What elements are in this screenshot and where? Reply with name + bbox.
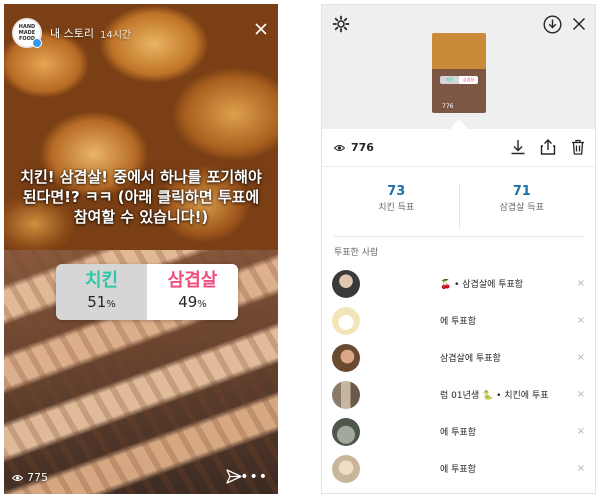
voter-row[interactable]: 에 투표함 × [322, 302, 595, 339]
vote-count: 73 [387, 184, 406, 199]
story-thumbnail-strip: 치킨 삼겹살 776 [322, 5, 595, 129]
story-timestamp: 14시간 [99, 29, 132, 41]
verified-badge-icon [32, 38, 42, 48]
voter-row[interactable]: 에 투표함 × [322, 413, 595, 450]
poll-option-percent: 51% [87, 292, 116, 311]
story-insights-panel: 치킨 삼겹살 776 776 73 치킨 득표 71 삼겹살 득표 투표한 사람… [321, 4, 596, 494]
thumbnail-view-count: 776 [442, 103, 454, 110]
poll-option-chicken[interactable]: 치킨 51% [56, 264, 147, 320]
story-view-count: 775 [27, 471, 48, 484]
vote-count: 71 [512, 184, 531, 199]
avatar[interactable] [332, 343, 360, 372]
voter-row[interactable]: 럼 01년생 🐍 • 치킨에 투표 × [322, 376, 595, 413]
stats-row: 776 [322, 129, 595, 167]
voter-list: 🍒 • 삼겹살에 투표함 × 에 투표함 × 삼겹살에 투표함 × 럼 01년생… [322, 265, 595, 487]
story-avatar[interactable]: HAND MADE FOOD [12, 18, 42, 48]
story-caption: 치킨! 삼겹살! 중에서 하나를 포기해야 된다면!? ㅋㅋ (아래 클릭하면 … [20, 168, 262, 226]
save-story-icon[interactable] [543, 15, 562, 34]
poll-result-pork[interactable]: 71 삼겹살 득표 [458, 183, 585, 228]
poll-option-label: 삼겹살 [167, 269, 218, 291]
voter-status: 에 투표함 [440, 428, 476, 438]
trash-icon[interactable] [569, 138, 587, 156]
poll-sticker: 치킨 51% 삼겹살 49% [56, 264, 238, 320]
vote-label: 치킨 득표 [378, 203, 415, 213]
story-header: HAND MADE FOOD 내 스토리 14시간 [12, 18, 131, 48]
remove-voter-button[interactable]: × [577, 278, 585, 289]
avatar[interactable] [332, 269, 360, 298]
story-username[interactable]: 내 스토리 [50, 25, 94, 41]
download-icon[interactable] [509, 138, 527, 156]
voter-status: 에 투표함 [440, 317, 476, 327]
eye-icon [12, 474, 23, 481]
eye-icon [334, 144, 345, 151]
close-icon[interactable] [254, 22, 268, 36]
voter-status: 🍒 • 삼겹살에 투표함 [440, 280, 524, 290]
voter-row[interactable]: 🍒 • 삼겹살에 투표함 × [322, 265, 595, 302]
poll-result-chicken[interactable]: 73 치킨 득표 [334, 175, 459, 236]
thumbnail-poll-right: 삼겹살 [459, 76, 478, 84]
poll-results: 73 치킨 득표 71 삼겹살 득표 [334, 175, 584, 237]
voters-section-title: 투표한 사람 [334, 248, 379, 258]
remove-voter-button[interactable]: × [577, 426, 585, 437]
more-options-icon[interactable]: ••• [240, 470, 268, 484]
close-icon[interactable] [572, 17, 586, 31]
views-summary[interactable]: 776 [334, 141, 374, 154]
remove-voter-button[interactable]: × [577, 315, 585, 326]
story-viewers-link[interactable]: 775 [12, 471, 48, 484]
thumbnail-poll: 치킨 삼겹살 [440, 76, 478, 84]
poll-option-pork[interactable]: 삼겹살 49% [147, 264, 238, 320]
poll-option-label: 치킨 [84, 269, 119, 291]
voter-status: 삼겹살에 투표함 [440, 354, 501, 364]
story-thumbnail[interactable]: 치킨 삼겹살 776 [432, 33, 486, 113]
avatar[interactable] [332, 306, 360, 335]
share-icon[interactable] [539, 138, 557, 156]
voter-row[interactable]: 삼겹살에 투표함 × [322, 339, 595, 376]
remove-voter-button[interactable]: × [577, 389, 585, 400]
voter-status: 럼 01년생 🐍 • 치킨에 투표 [440, 391, 549, 401]
vote-label: 삼겹살 득표 [499, 203, 544, 213]
remove-voter-button[interactable]: × [577, 463, 585, 474]
gear-icon[interactable] [332, 15, 350, 33]
story-viewer: HAND MADE FOOD 내 스토리 14시간 치킨! 삼겹살! 중에서 하… [4, 4, 278, 494]
voter-status: 에 투표함 [440, 465, 476, 475]
voter-row[interactable]: 에 투표함 × [322, 450, 595, 487]
story-actions [509, 138, 587, 156]
poll-option-percent: 49% [178, 292, 207, 311]
avatar[interactable] [332, 380, 360, 409]
avatar[interactable] [332, 454, 360, 483]
remove-voter-button[interactable]: × [577, 352, 585, 363]
avatar[interactable] [332, 417, 360, 446]
thumbnail-poll-left: 치킨 [440, 76, 459, 84]
panel-view-count: 776 [351, 141, 374, 154]
